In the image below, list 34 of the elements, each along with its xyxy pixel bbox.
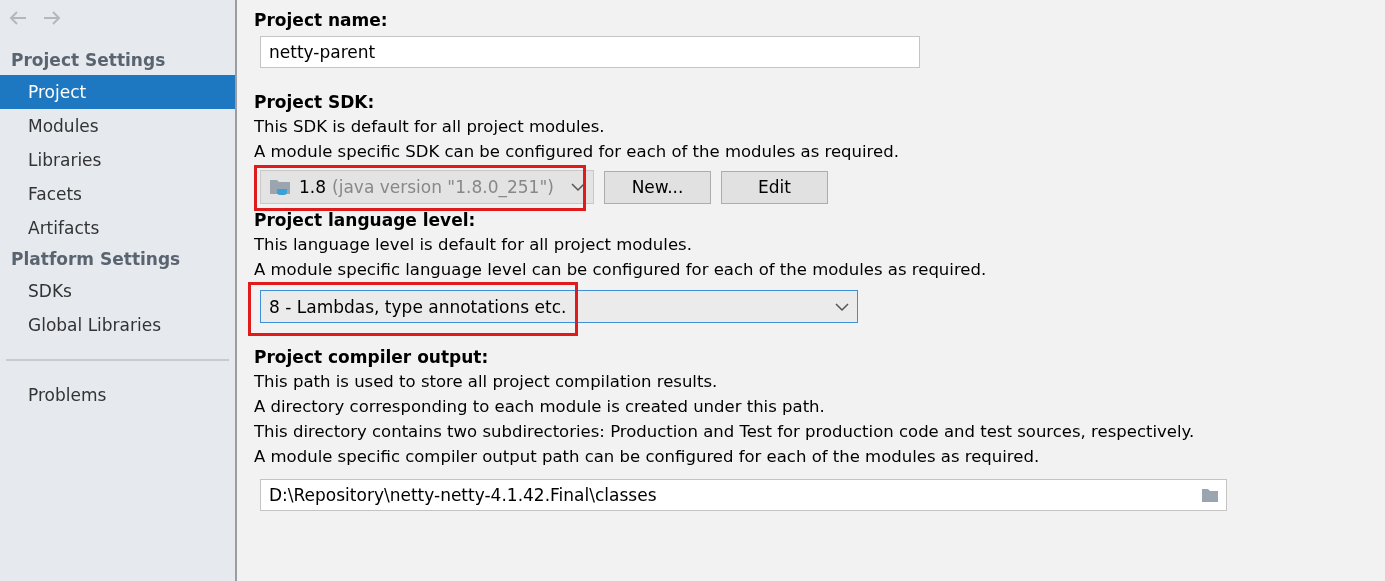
sdk-version: 1.8 xyxy=(299,177,327,197)
project-name-field[interactable]: netty-parent xyxy=(260,36,920,68)
sidebar-item[interactable]: SDKs xyxy=(0,274,235,308)
sidebar-item[interactable]: Project xyxy=(0,75,235,109)
sidebar-item[interactable]: Problems xyxy=(0,378,235,412)
field-label: Project language level: xyxy=(254,209,477,232)
caret-icon xyxy=(835,301,849,312)
language-level-value: 8 - Lambdas, type annotations etc. xyxy=(269,296,568,317)
caret-icon xyxy=(571,182,585,192)
description-text: A module specific SDK can be configured for each of the modules as required. xyxy=(254,141,900,163)
sdk-button[interactable]: New... xyxy=(604,170,711,204)
description-text: This language level is default for all project modules. xyxy=(254,234,693,256)
field-label: Project SDK: xyxy=(254,91,376,114)
group-title: Project Settings xyxy=(10,49,167,72)
sidebar-item[interactable]: Global Libraries xyxy=(0,308,235,342)
group-title: Platform Settings xyxy=(10,248,182,271)
output-path-field[interactable]: D:\Repository\netty-netty-4.1.42.Final\classes xyxy=(260,479,1227,511)
field-label: Project name: xyxy=(254,9,389,32)
sidebar-item[interactable]: Libraries xyxy=(0,143,235,177)
field-label: Project compiler output: xyxy=(254,346,490,369)
language-level-dropdown[interactable]: 8 - Lambdas, type annotations etc. xyxy=(260,290,858,323)
folder-icon[interactable] xyxy=(1201,487,1219,503)
description-text: A directory corresponding to each module is created under this path. xyxy=(254,396,826,418)
sdk-button[interactable]: Edit xyxy=(721,170,828,204)
sidebar-item[interactable]: Facets xyxy=(0,177,235,211)
description-text: This directory contains two subdirectories: Production and Test for production code and test sources, respectively. xyxy=(254,421,1196,443)
description-text: A module specific language level can be configured for each of the modules as required. xyxy=(254,259,988,281)
sidebar-item[interactable]: Modules xyxy=(0,109,235,143)
sidebar-item[interactable]: Artifacts xyxy=(0,211,235,245)
description-text: This SDK is default for all project modules. xyxy=(254,116,606,138)
description-text: A module specific compiler output path can be configured for each of the modules as required. xyxy=(254,446,1041,468)
sdk-detail: (java version "1.8.0_251") xyxy=(332,177,555,197)
sdk-folder-icon xyxy=(269,177,293,197)
description-text: This path is used to store all project compilation results. xyxy=(254,371,719,393)
